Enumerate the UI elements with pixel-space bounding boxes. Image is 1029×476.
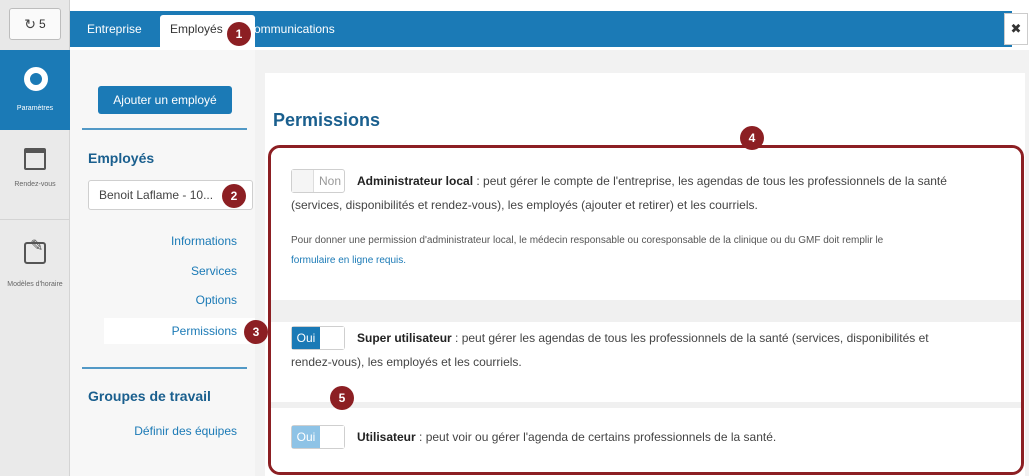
sidebar-link-permissions[interactable]: Permissions xyxy=(172,324,237,338)
permission-desc: : peut voir ou gérer l'agenda de certain… xyxy=(415,430,777,444)
icon-rail: Paramètres Rendez-vous ✎ Modèles d'horai… xyxy=(0,50,77,476)
annotation-marker-1: 1 xyxy=(227,22,251,46)
sidebar-link-informations[interactable]: Informations xyxy=(171,234,237,248)
settings-sidebar: Ajouter un employé Employés Benoit Lafla… xyxy=(70,50,255,476)
user-toggle[interactable]: Oui xyxy=(291,425,345,449)
rail-item-parametres[interactable]: Paramètres xyxy=(0,50,70,130)
permission-admin-local: Non Administrateur local : peut gérer le… xyxy=(271,148,1021,300)
permission-desc: : peut gérer les agendas de tous les pro… xyxy=(451,331,929,345)
permissions-panel: Non Administrateur local : peut gérer le… xyxy=(268,145,1024,475)
permission-text: Utilisateur : peut voir ou gérer l'agend… xyxy=(357,426,1017,448)
toggle-value: Oui xyxy=(292,426,320,448)
toggle-value: Non xyxy=(318,174,341,188)
permission-name: Super utilisateur xyxy=(357,331,452,345)
toggle-value: Oui xyxy=(292,327,320,349)
pencil-icon: ✎ xyxy=(30,238,44,255)
tab-entreprise[interactable]: Entreprise xyxy=(87,11,142,47)
rail-item-label: Rendez-vous xyxy=(14,181,56,188)
toggle-knob xyxy=(292,170,314,192)
form-link[interactable]: formulaire en ligne requis. xyxy=(291,255,406,266)
annotation-marker-3: 3 xyxy=(244,320,268,344)
permission-text: Administrateur local : peut gérer le com… xyxy=(357,170,1017,192)
permission-name: Utilisateur xyxy=(357,430,416,444)
annotation-marker-5: 5 xyxy=(330,386,354,410)
close-button[interactable]: ✖ xyxy=(1004,13,1028,45)
permission-super-user: Oui Super utilisateur : peut gérer les a… xyxy=(271,322,1021,402)
admin-note-link-row: formulaire en ligne requis. xyxy=(291,251,691,271)
admin-note: Pour donner une permission d'administrat… xyxy=(291,235,884,246)
calendar-icon xyxy=(24,148,46,170)
page-title: Permissions xyxy=(273,110,381,130)
define-teams-link[interactable]: Définir des équipes xyxy=(134,424,237,438)
toggle-knob xyxy=(320,426,344,448)
annotation-marker-2: 2 xyxy=(222,184,246,208)
refresh-icon: ↻ xyxy=(24,15,37,32)
top-bar: ↻ 5 Entreprise Employés ommunications ✖ xyxy=(0,0,1029,50)
admin-local-toggle[interactable]: Non xyxy=(291,169,345,193)
gear-icon xyxy=(24,67,48,91)
annotation-marker-4: 4 xyxy=(740,126,764,150)
sidebar-link-services[interactable]: Services xyxy=(191,264,237,278)
rail-item-label: Paramètres xyxy=(16,105,54,112)
divider xyxy=(82,367,247,369)
refresh-count: 5 xyxy=(39,17,46,31)
permission-text: Super utilisateur : peut gérer les agend… xyxy=(357,327,1017,349)
tab-bar: Entreprise Employés ommunications xyxy=(70,11,1012,47)
permission-desc: : peut gérer le compte de l'entreprise, … xyxy=(473,174,947,188)
permission-user: Oui Utilisateur : peut voir ou gérer l'a… xyxy=(271,408,1021,472)
rail-item-modeles-horaire[interactable]: ✎ Modèles d'horaire xyxy=(0,222,70,318)
refresh-button[interactable]: ↻ 5 xyxy=(9,8,61,40)
rail-item-rendez-vous[interactable]: Rendez-vous xyxy=(0,136,70,220)
groups-heading: Groupes de travail xyxy=(88,388,211,404)
toggle-knob xyxy=(320,327,344,349)
employees-heading: Employés xyxy=(88,150,155,166)
divider xyxy=(82,128,247,130)
sidebar-link-options[interactable]: Options xyxy=(196,293,237,307)
section-gap xyxy=(271,300,1021,322)
permission-desc-cont: (services, disponibilités et rendez-vous… xyxy=(291,198,758,212)
tab-communications[interactable]: ommunications xyxy=(254,11,335,47)
permission-desc-cont: rendez-vous), les employés et les courri… xyxy=(291,355,522,369)
add-employee-button[interactable]: Ajouter un employé xyxy=(98,86,232,114)
permission-name: Administrateur local xyxy=(357,174,474,188)
close-icon: ✖ xyxy=(1010,21,1022,36)
refresh-area: ↻ 5 xyxy=(0,0,70,50)
super-user-toggle[interactable]: Oui xyxy=(291,326,345,350)
rail-item-label: Modèles d'horaire xyxy=(7,281,63,288)
